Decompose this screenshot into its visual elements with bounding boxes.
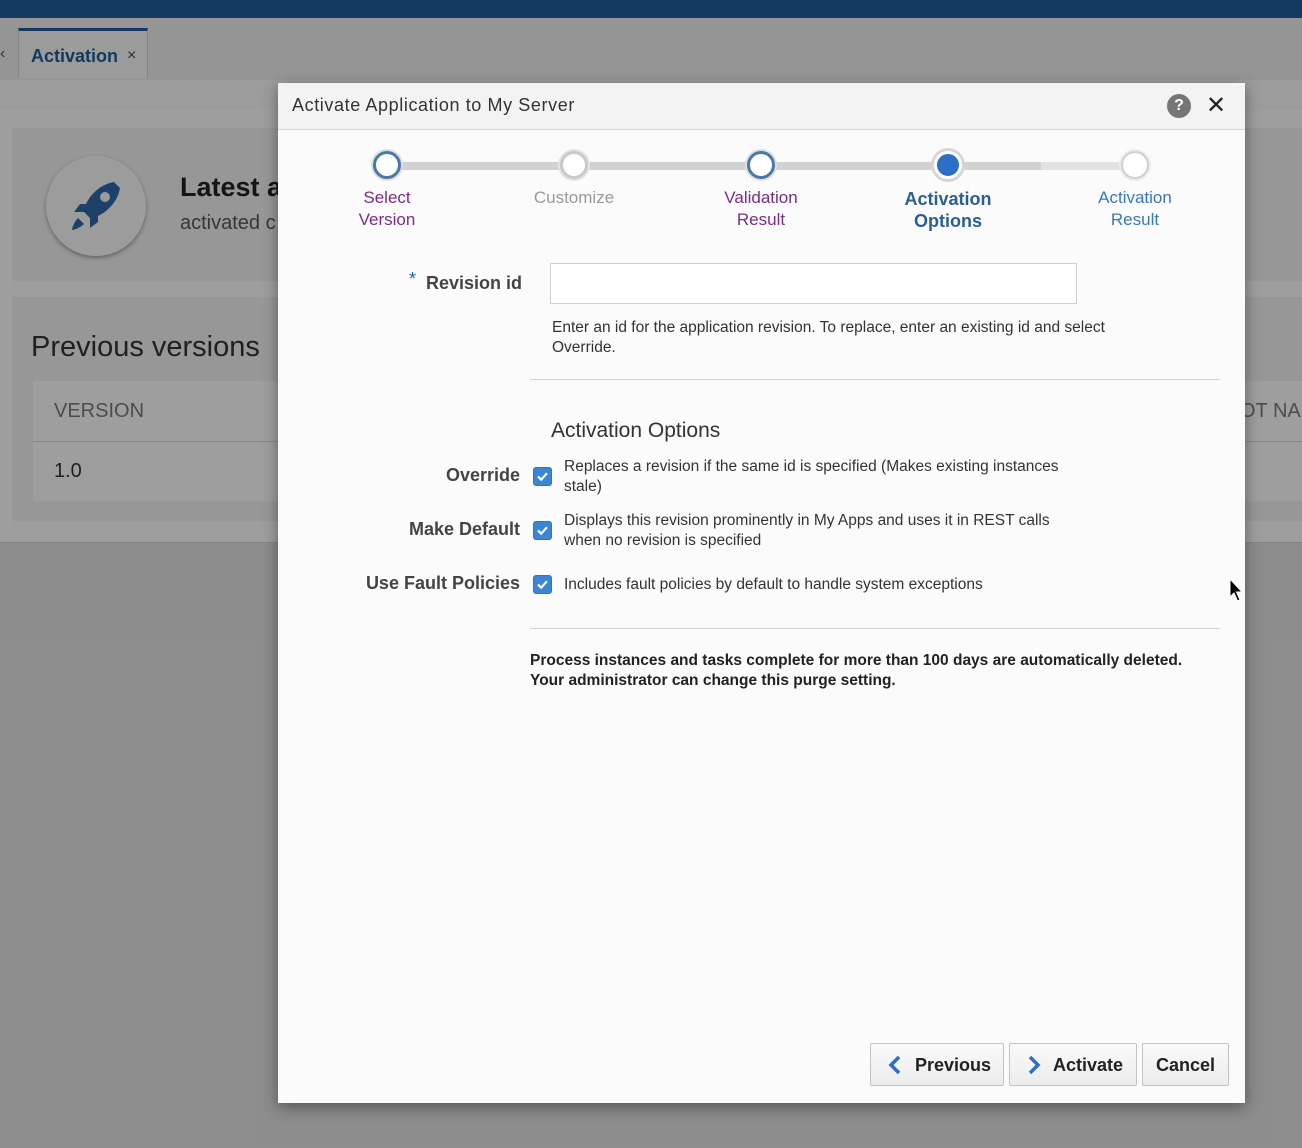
step-label-line2: Version [358,210,416,229]
activate-dialog: Activate Application to My Server ? ✕ Se… [278,83,1245,1103]
step-label-line1: Select [363,188,411,207]
train-connector-1 [387,162,574,170]
step-customize: Customize [504,187,644,209]
chevron-right-icon [1028,1055,1041,1075]
use-fault-policies-label: Use Fault Policies [365,573,520,593]
make-default-checkbox[interactable] [533,521,552,540]
dialog-title: Activate Application to My Server [292,95,575,115]
cancel-button[interactable]: Cancel [1142,1043,1229,1086]
divider [530,379,1220,380]
step-select-version-stop[interactable] [373,151,401,179]
step-validation-result[interactable]: Validation Result [691,187,831,231]
step-activation-options[interactable]: Activation Options [878,188,1018,232]
make-default-label: Make Default [408,519,520,539]
previous-button-label: Previous [915,1055,992,1075]
step-label-line1: Activation [904,189,992,209]
override-description: Replaces a revision if the same id is sp… [564,458,1059,495]
activation-options-heading: Activation Options [551,419,721,442]
step-label-line1: Activation [1098,188,1172,207]
cancel-button-label: Cancel [1156,1055,1216,1075]
chevron-left-icon [888,1055,901,1075]
step-activation-result[interactable]: Activation Result [1065,187,1205,231]
activate-button-label: Activate [1053,1055,1124,1075]
step-label-line1: Validation [724,188,798,207]
make-default-description: Displays this revision prominently in My… [564,512,1050,549]
mouse-cursor-icon [1229,578,1244,602]
step-label-line2: Options [914,211,982,231]
revision-id-help: Enter an id for the application revision… [552,319,1105,356]
train-connector-3 [761,162,948,170]
dialog-header: Activate Application to My Server ? ✕ [278,83,1245,130]
step-label-line2: Result [1110,210,1160,229]
help-icon[interactable]: ? [1167,94,1191,118]
step-label-line1: Customize [533,188,615,207]
divider [530,628,1220,629]
step-validation-result-stop[interactable] [747,151,775,179]
purge-note: Process instances and tasks complete for… [530,652,1183,689]
step-customize-stop [560,151,588,179]
step-activation-result-stop[interactable] [1121,151,1149,179]
override-label: Override [445,465,520,485]
step-label-line2: Result [736,210,786,229]
close-icon[interactable]: ✕ [1206,91,1226,120]
revision-id-label: Revision id [426,273,523,293]
revision-id-input[interactable] [550,263,1077,304]
required-asterisk: * [409,269,417,289]
override-checkbox[interactable] [533,467,552,486]
train-connector-2 [574,162,761,170]
previous-button[interactable]: Previous [870,1043,1004,1086]
step-activation-options-stop[interactable] [934,151,962,179]
activate-button[interactable]: Activate [1009,1043,1137,1086]
use-fault-policies-checkbox[interactable] [533,575,552,594]
step-select-version[interactable]: Select Version [317,187,457,231]
use-fault-policies-description: Includes fault policies by default to ha… [564,576,983,593]
